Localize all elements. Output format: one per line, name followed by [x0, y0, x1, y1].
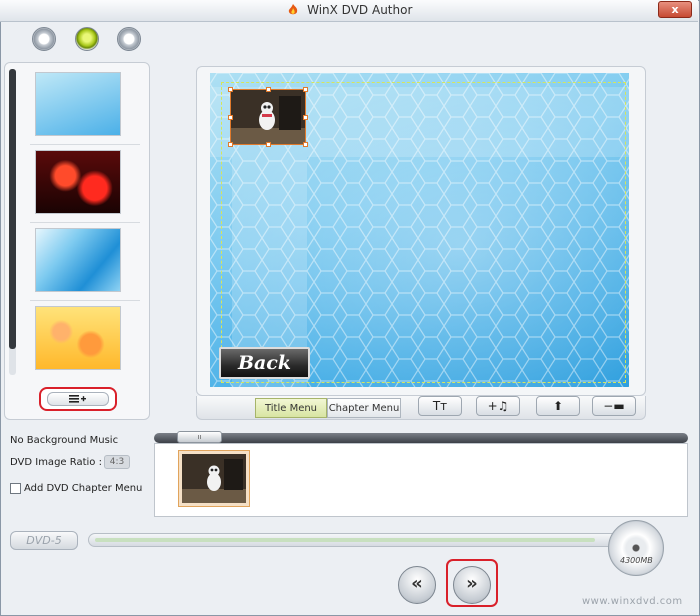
add-template-button-highlight: [39, 387, 117, 411]
next-step-button[interactable]: »: [453, 566, 491, 604]
add-text-button[interactable]: Tт: [418, 396, 462, 416]
cat-video-frame: [231, 90, 305, 144]
template-divider: [30, 300, 140, 301]
step-dot-3[interactable]: [117, 27, 141, 51]
dvd-disc-icon: [608, 520, 664, 576]
resize-handle[interactable]: [228, 87, 233, 92]
add-template-button[interactable]: [47, 392, 109, 406]
template-scrollbar[interactable]: [9, 69, 16, 375]
title-clip[interactable]: [178, 450, 250, 507]
step-dot-2[interactable]: [75, 27, 99, 51]
resize-handle[interactable]: [303, 142, 308, 147]
back-button-label: Back: [237, 352, 292, 374]
disc-size-label: 4300MB: [620, 556, 653, 565]
resize-handle[interactable]: [303, 87, 308, 92]
tab-chapter-menu[interactable]: Chapter Menu: [327, 398, 401, 418]
remove-button[interactable]: −▬: [592, 396, 636, 416]
template-divider: [30, 222, 140, 223]
cat-clip-thumbnail: [182, 454, 246, 503]
move-up-button[interactable]: ⬆: [536, 396, 580, 416]
step-dot-1[interactable]: [32, 27, 56, 51]
previous-step-button[interactable]: «: [398, 566, 436, 604]
image-ratio-label: DVD Image Ratio :: [10, 457, 102, 468]
timeline-scrollbar[interactable]: [154, 433, 688, 443]
disc-capacity-bar: [88, 533, 628, 547]
site-watermark: www.winxdvd.com: [582, 596, 683, 607]
template-divider: [30, 144, 140, 145]
menu-back-button[interactable]: Back: [219, 347, 310, 379]
close-button[interactable]: x: [658, 1, 692, 18]
add-music-button[interactable]: +♫: [476, 396, 520, 416]
template-thumb-red-flowers[interactable]: [35, 150, 121, 214]
template-thumb-blue-mosaic[interactable]: [35, 72, 121, 136]
image-ratio-select[interactable]: 4:3: [104, 455, 130, 469]
template-thumb-yellow-flowers[interactable]: [35, 306, 121, 370]
template-thumb-blue-waves[interactable]: [35, 228, 121, 292]
template-scroll-thumb[interactable]: [9, 69, 16, 349]
resize-handle[interactable]: [303, 115, 308, 120]
title-bar: WinX DVD Author x: [0, 0, 698, 22]
winx-logo-icon: [288, 4, 297, 15]
background-music-label[interactable]: No Background Music: [10, 435, 118, 446]
chapter-menu-label: Add DVD Chapter Menu: [24, 483, 143, 494]
disc-capacity-fill: [95, 538, 595, 542]
list-add-icon: [69, 395, 86, 403]
resize-handle[interactable]: [228, 115, 233, 120]
chapter-menu-checkbox[interactable]: [10, 483, 21, 494]
resize-handle[interactable]: [228, 142, 233, 147]
resize-handle[interactable]: [266, 87, 271, 92]
window-title: WinX DVD Author: [307, 3, 413, 17]
resize-handle[interactable]: [266, 142, 271, 147]
tab-title-menu[interactable]: Title Menu: [255, 398, 327, 418]
title-video-thumbnail[interactable]: [228, 87, 308, 147]
disc-type-badge[interactable]: DVD-5: [10, 531, 78, 550]
timeline-scroll-grip[interactable]: ıı: [177, 431, 222, 443]
